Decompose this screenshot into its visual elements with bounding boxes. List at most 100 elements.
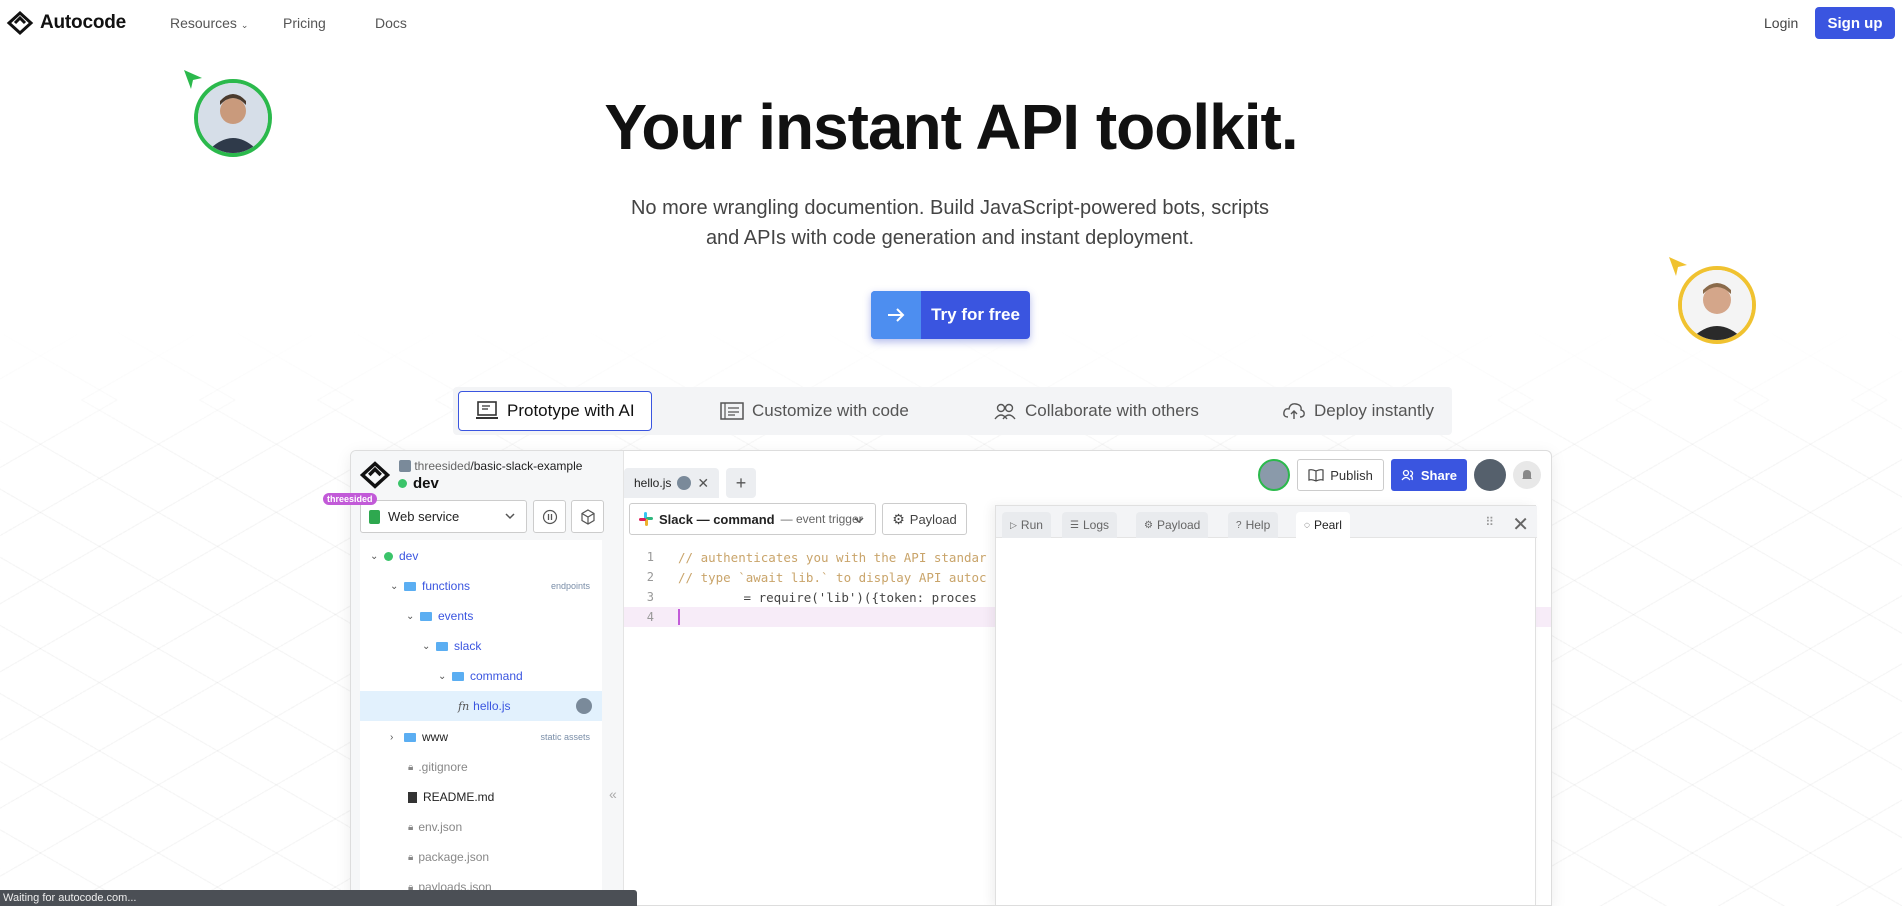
folder-icon (404, 732, 416, 742)
notifications-button[interactable] (1513, 461, 1541, 489)
close-icon[interactable]: ✕ (697, 475, 709, 492)
hero-subtitle: No more wrangling documention. Build Jav… (630, 197, 1270, 249)
project-path[interactable]: threesided/basic-slack-example (399, 459, 582, 473)
panel-tab-help[interactable]: ? Help (1228, 512, 1279, 538)
brand-name: Autocode (40, 12, 127, 33)
gear-icon: ⚙ (892, 510, 905, 527)
chevron-right-icon: › (390, 731, 394, 743)
tab-deploy-instantly[interactable]: Deploy instantly (1282, 391, 1434, 431)
drag-handle-icon[interactable]: ⠿ (1485, 515, 1494, 529)
collaborator-avatar[interactable] (1258, 459, 1291, 491)
slack-icon (639, 512, 653, 526)
tree-item-www[interactable]: › www static assets (360, 722, 602, 752)
tree-item-package-json[interactable]: 🔒︎ package.json (360, 842, 602, 872)
chevron-down-icon: ⌄ (406, 610, 415, 622)
new-tab-button[interactable]: + (726, 468, 756, 498)
tab-collaborate-with-others[interactable]: Collaborate with others (993, 391, 1199, 431)
payload-button[interactable]: ⚙ Payload (882, 503, 967, 535)
signup-button[interactable]: Sign up (1815, 7, 1895, 39)
collaborator-avatar (677, 476, 692, 490)
collaborator-avatar (576, 698, 592, 714)
folder-icon (452, 671, 464, 681)
pause-button[interactable] (533, 500, 566, 533)
chevron-down-icon: ⌄ (422, 640, 431, 652)
tree-item-events[interactable]: ⌄ events (360, 601, 602, 631)
panel-tab-logs[interactable]: ☰ Logs (1062, 512, 1117, 538)
user-avatar[interactable] (1474, 459, 1506, 491)
service-type-select[interactable]: Web service (360, 500, 527, 533)
cloud-upload-icon (1283, 403, 1305, 419)
browser-status-bar: Waiting for autocode.com... (0, 890, 637, 906)
arrow-right-icon (871, 291, 921, 339)
ide-sidebar: threesided/basic-slack-example dev Web s… (351, 451, 624, 905)
tree-item-dev[interactable]: ⌄ dev (360, 541, 602, 571)
people-icon (994, 403, 1016, 420)
chevron-down-icon: ⌄ (390, 580, 399, 592)
panel-tabs: ▷ Run ☰ Logs ⚙ Payload ? Help ◌ Pearl ⠿ ✕ (996, 506, 1537, 538)
sheet-icon (369, 509, 380, 524)
tree-item-gitignore[interactable]: 🔒︎ .gitignore (360, 752, 602, 782)
run-panel: ▷ Run ☰ Logs ⚙ Payload ? Help ◌ Pearl ⠿ ✕ (995, 505, 1537, 905)
chevron-down-icon (854, 517, 864, 524)
tree-item-command[interactable]: ⌄ command (360, 661, 602, 691)
lock-icon: 🔒︎ (408, 851, 414, 863)
share-button[interactable]: Share (1390, 459, 1467, 491)
folder-icon (404, 581, 416, 591)
cursor-pointer-icon (184, 70, 202, 89)
tree-item-hello-js[interactable]: fn hello.js (360, 691, 602, 721)
tab-customize-with-code[interactable]: Customize with code (720, 391, 909, 431)
publish-button[interactable]: Publish (1297, 459, 1384, 491)
tree-item-functions[interactable]: ⌄ functions endpoints (360, 571, 602, 601)
tree-item-env-json[interactable]: 🔒︎ env.json (360, 812, 602, 842)
brand-logo[interactable]: Autocode (6, 9, 126, 37)
chevron-down-icon: ⌄ (438, 670, 447, 682)
pearl-icon: ◌ (1304, 519, 1310, 531)
tab-prototype-with-ai[interactable]: Prototype with AI (458, 391, 652, 431)
nav-docs[interactable]: Docs (375, 15, 407, 31)
tree-item-slack[interactable]: ⌄ slack (360, 631, 602, 661)
lock-icon: 🔒︎ (408, 821, 414, 833)
folder-icon (420, 611, 432, 621)
chevron-down-icon: ⌄ (240, 20, 249, 30)
file-tree: ⌄ dev ⌄ functions endpoints ⌄ events ⌄ slack … (360, 540, 602, 905)
event-trigger-select[interactable]: Slack — command — event trigger (629, 503, 876, 535)
code-window-icon (720, 402, 744, 420)
people-icon (1401, 469, 1413, 481)
package-button[interactable] (571, 500, 604, 533)
nav-resources[interactable]: Resources ⌄ (170, 15, 248, 31)
login-link[interactable]: Login (1764, 15, 1798, 31)
pause-icon (542, 509, 557, 524)
close-icon[interactable]: ✕ (1512, 512, 1529, 537)
online-dot-icon (398, 479, 407, 488)
file-icon (408, 791, 417, 803)
file-tab-hello-js[interactable]: hello.js ✕ (624, 468, 720, 498)
list-icon: ☰ (1070, 519, 1079, 531)
cube-icon (580, 508, 595, 525)
collaborator-cursor-label: threesided (323, 493, 377, 505)
feature-tabs: Prototype with AI Customize with code Co… (453, 387, 1452, 435)
chevron-down-icon: ⌄ (370, 550, 379, 562)
panel-tab-pearl[interactable]: ◌ Pearl (1296, 512, 1350, 538)
bell-icon (1522, 470, 1532, 480)
folder-icon (436, 641, 448, 651)
play-icon: ▷ (1010, 519, 1017, 530)
autocode-logo-icon (6, 10, 34, 36)
collapse-sidebar-icon[interactable]: « (609, 786, 617, 802)
laptop-icon (476, 401, 498, 419)
cursor-pointer-icon (1669, 257, 1687, 276)
environment-label: dev (398, 475, 439, 492)
ide-header-actions: Publish Share (1258, 459, 1541, 491)
hero-title: Your instant API toolkit. (604, 91, 1298, 163)
autocode-logo-icon (359, 461, 391, 489)
owner-avatar (399, 460, 411, 472)
gear-icon: ⚙ (1144, 519, 1153, 531)
panel-tab-run[interactable]: ▷ Run (1002, 512, 1051, 538)
try-for-free-button[interactable]: Try for free (871, 291, 1030, 339)
ide-preview: threesided/basic-slack-example dev Web s… (350, 450, 1552, 906)
nav-pricing[interactable]: Pricing (283, 15, 326, 31)
function-icon: fn (458, 699, 470, 713)
top-nav: Autocode Resources ⌄ Pricing Docs Login … (0, 0, 1902, 46)
plus-icon: + (735, 472, 747, 493)
tree-item-readme[interactable]: README.md (360, 782, 602, 812)
panel-tab-payload[interactable]: ⚙ Payload (1136, 512, 1209, 538)
